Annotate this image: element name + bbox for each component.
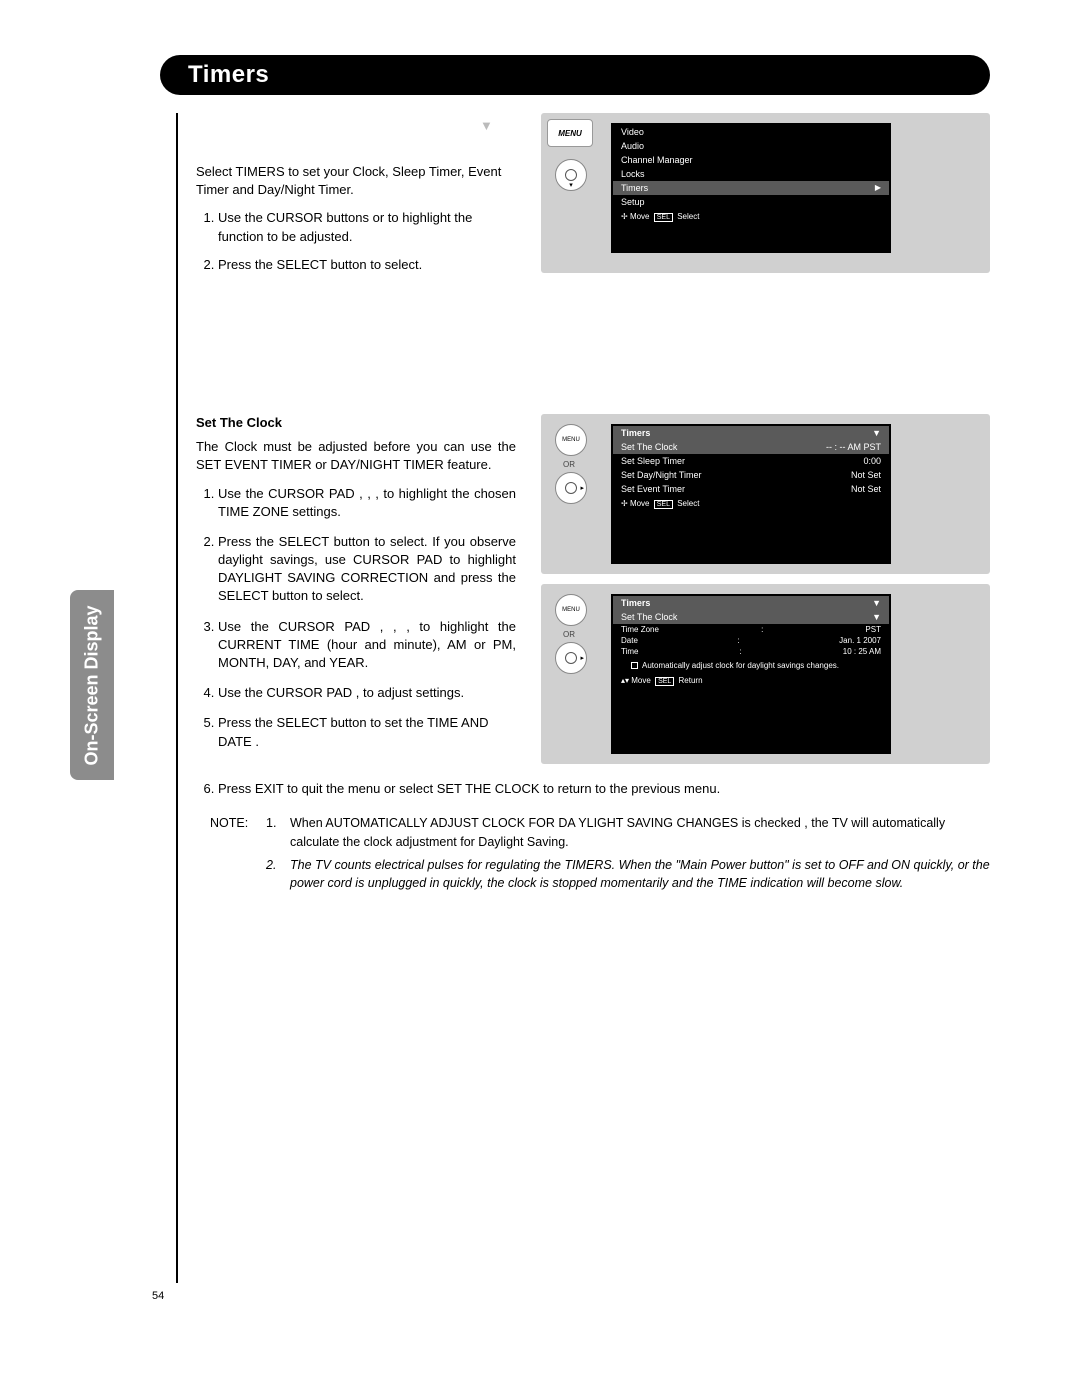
osd-header: Timers▼ xyxy=(613,596,889,610)
osd-clock-menu: Timers▼ Set The Clock▼ Time Zone:PST Dat… xyxy=(611,594,891,754)
osd-kv: Time:10 : 25 AM xyxy=(613,646,889,657)
osd-clock-wrapper: MENU OR ▸ Timers▼ Set The Clock▼ Time Zo… xyxy=(541,584,990,764)
osd-main-menu: Video Audio Channel Manager Locks Timers… xyxy=(611,123,891,253)
page-number: 54 xyxy=(152,1290,164,1302)
checkbox-icon xyxy=(631,662,638,669)
intro-step-2: Press the SELECT button to select. xyxy=(218,256,516,274)
menu-button-round-icon: MENU xyxy=(555,424,587,456)
clock-step: Press the SELECT button to select. If yo… xyxy=(218,533,516,606)
set-clock-steps: Use the CURSOR PAD , , , to highlight th… xyxy=(218,485,516,751)
osd-subheader: Set The Clock▼ xyxy=(613,610,889,624)
osd-item-highlight: Timers▶ xyxy=(613,181,889,195)
osd-kv: Time Zone:PST xyxy=(613,624,889,635)
set-clock-desc: The Clock must be adjusted before you ca… xyxy=(196,438,516,474)
page-title-bar: Timers xyxy=(160,55,990,95)
osd-item: Channel Manager xyxy=(613,153,889,167)
osd-item: Locks xyxy=(613,167,889,181)
clock-step: Use the CURSOR PAD , , , to highlight th… xyxy=(218,618,516,673)
osd-timers-wrapper: MENU OR ▸ Timers▼ Set The Clock-- : -- A… xyxy=(541,414,990,574)
osd-item: Setup xyxy=(613,195,889,209)
osd-kv: Date:Jan. 1 2007 xyxy=(613,635,889,646)
manual-page: Timers ▼ On-Screen Display Select TIMERS… xyxy=(0,0,1080,1397)
clock-step: Press the SELECT button to set the TIME … xyxy=(218,714,516,750)
or-label: OR xyxy=(563,630,575,639)
osd-item: Video xyxy=(613,125,889,139)
set-clock-row: Set The Clock The Clock must be adjusted… xyxy=(196,414,990,774)
notes-block: NOTE: 1. When AUTOMATICALLY ADJUST CLOCK… xyxy=(210,814,990,893)
osd-timers-menu: Timers▼ Set The Clock-- : -- AM PST Set … xyxy=(611,424,891,564)
clock-step: Press EXIT to quit the menu or select SE… xyxy=(218,780,990,798)
intro-steps: Use the CURSOR buttons or to highlight t… xyxy=(218,209,516,274)
content-wrap: Select TIMERS to set your Clock, Sleep T… xyxy=(100,113,990,1283)
osd-row-highlight: Set The Clock-- : -- AM PST xyxy=(613,440,889,454)
section-tab: On-Screen Display xyxy=(70,590,114,780)
cursor-pad-icon: ▸ xyxy=(555,642,587,674)
clock-step: Use the CURSOR PAD , , , to highlight th… xyxy=(218,485,516,521)
osd-footer: ✢ Move SEL Select xyxy=(613,496,889,512)
intro-text: Select TIMERS to set your Clock, Sleep T… xyxy=(196,163,516,199)
note-label: NOTE: xyxy=(210,814,260,852)
osd-row: Set Day/Night TimerNot Set xyxy=(613,468,889,482)
osd-row: Set Event TimerNot Set xyxy=(613,482,889,496)
clock-step: Use the CURSOR PAD , to adjust settings. xyxy=(218,684,516,702)
osd-checkbox-line: Automatically adjust clock for daylight … xyxy=(613,657,889,673)
note-item: The TV counts electrical pulses for regu… xyxy=(290,856,990,894)
intro-row: Select TIMERS to set your Clock, Sleep T… xyxy=(196,113,990,284)
cursor-pad-icon: ▾ xyxy=(555,159,587,191)
or-label: OR xyxy=(563,460,575,469)
osd-row: Set Sleep Timer0:00 xyxy=(613,454,889,468)
vertical-rule xyxy=(176,113,178,1283)
set-clock-steps-cont: Press EXIT to quit the menu or select SE… xyxy=(218,780,990,798)
menu-button-icon: MENU xyxy=(547,119,593,147)
osd-main-wrapper: MENU ▾ Video Audio Channel Manager Locks… xyxy=(541,113,990,273)
cursor-pad-icon: ▸ xyxy=(555,472,587,504)
page-title: Timers xyxy=(188,61,269,88)
note-item: When AUTOMATICALLY ADJUST CLOCK FOR DA Y… xyxy=(290,814,990,852)
osd-header: Timers▼ xyxy=(613,426,889,440)
osd-item: Audio xyxy=(613,139,889,153)
set-clock-title: Set The Clock xyxy=(196,414,516,432)
osd-footer: ✢ Move SEL Select xyxy=(613,209,889,225)
arrow-right-icon: ▶ xyxy=(875,183,881,193)
menu-button-round-icon: MENU xyxy=(555,594,587,626)
intro-step-1: Use the CURSOR buttons or to highlight t… xyxy=(218,209,516,245)
section-tab-label: On-Screen Display xyxy=(82,605,103,765)
osd-footer: ▴▾ Move SEL Return xyxy=(613,673,889,689)
